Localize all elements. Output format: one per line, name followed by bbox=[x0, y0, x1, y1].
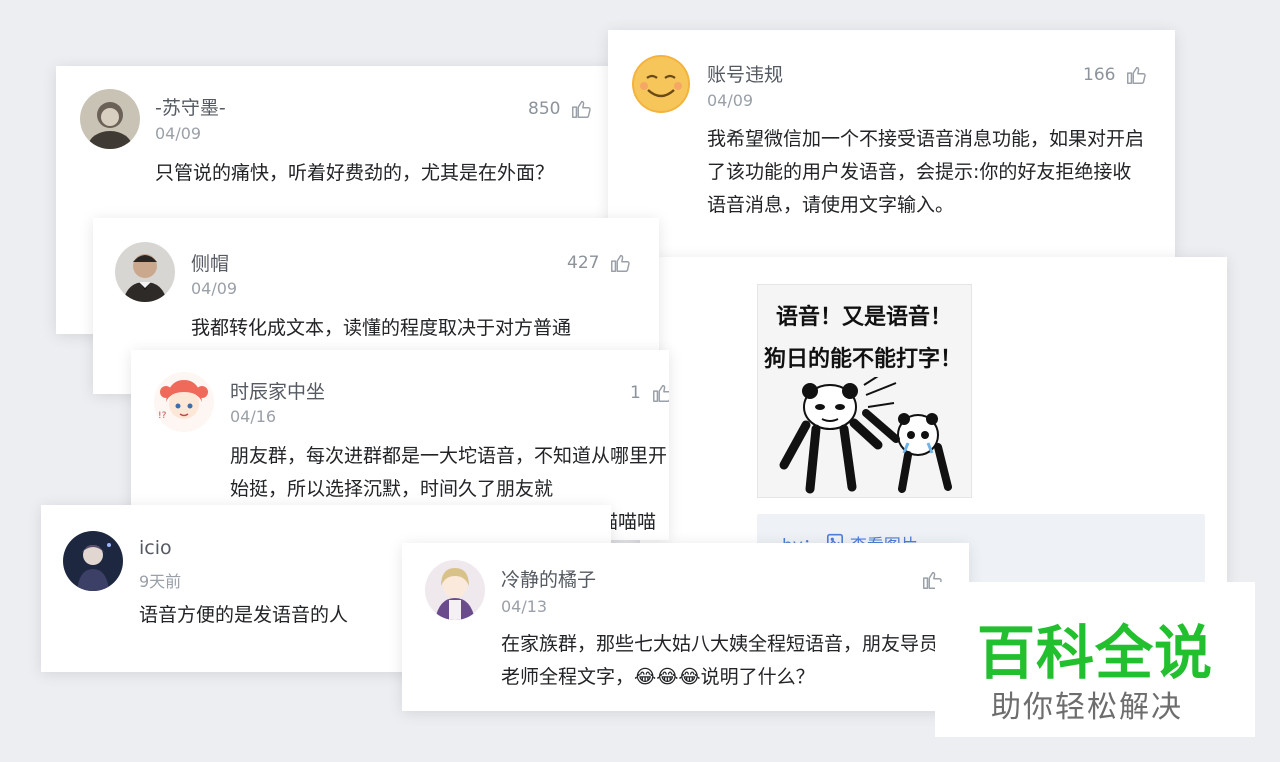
avatar[interactable]: !? bbox=[154, 372, 214, 432]
avatar[interactable] bbox=[631, 54, 691, 114]
comment-author[interactable]: 时辰家中坐 bbox=[230, 377, 325, 404]
comment-text: 语音方便的是发语音的人 bbox=[139, 604, 349, 626]
svg-text:!?: !? bbox=[158, 411, 167, 421]
avatar[interactable] bbox=[115, 242, 175, 302]
meme-caption-line2: 狗日的能不能打字！ bbox=[764, 347, 963, 372]
like-button[interactable]: 166 bbox=[1083, 64, 1147, 86]
comment-date: 04/09 bbox=[191, 279, 238, 298]
avatar[interactable] bbox=[63, 531, 123, 591]
image-comment-card: 语音！又是语音！ 狗日的能不能打字！ by： 查看图片 bbox=[640, 257, 1227, 587]
meme-caption-line1: 语音！又是语音！ bbox=[776, 305, 953, 330]
comment-text: 我都转化成文本，读懂的程度取决于对方普通 bbox=[191, 317, 572, 339]
brand-title: 百科全说 bbox=[977, 619, 1214, 687]
thumbs-up-icon bbox=[609, 252, 631, 274]
comment-date: 04/16 bbox=[230, 407, 277, 426]
brand-subtitle: 助你轻松解决 bbox=[991, 690, 1183, 725]
comment-card: 冷静的橘子 04/13 在家族群，那些七大姑八大姨全程短语音，朋友导员老师全程文… bbox=[402, 543, 969, 711]
comment-text: 我希望微信加一个不接受语音消息功能，如果对开启了该功能的用户发语音，会提示:你的… bbox=[707, 128, 1145, 216]
comment-text: 在家族群，那些七大姑八大姨全程短语音，朋友导员老师全程文字，😂😂😂说明了什么？ bbox=[501, 633, 939, 688]
comment-date: 04/09 bbox=[155, 124, 202, 143]
comment-date: 04/13 bbox=[501, 597, 548, 616]
like-count: 850 bbox=[528, 99, 561, 119]
thumbs-up-icon bbox=[651, 382, 669, 404]
comment-date: 04/09 bbox=[707, 91, 754, 110]
meme-image[interactable]: 语音！又是语音！ 狗日的能不能打字！ bbox=[757, 284, 972, 498]
comment-author[interactable]: 冷静的橘子 bbox=[501, 565, 596, 592]
like-count: 1 bbox=[630, 383, 641, 403]
thumbs-up-icon bbox=[570, 98, 592, 120]
comment-author[interactable]: 侧帽 bbox=[191, 249, 229, 276]
like-button[interactable]: 427 bbox=[567, 252, 631, 274]
comment-author[interactable]: icio bbox=[139, 537, 172, 559]
like-count: 166 bbox=[1083, 65, 1116, 85]
panda-illustration bbox=[779, 377, 952, 494]
avatar[interactable] bbox=[425, 560, 485, 620]
comment-card: 账号违规 04/09 166 我希望微信加一个不接受语音消息功能，如果对开启了该… bbox=[608, 30, 1175, 257]
avatar[interactable] bbox=[80, 89, 140, 149]
like-button[interactable]: 1 bbox=[630, 382, 669, 404]
comment-date: 9天前 bbox=[139, 572, 182, 591]
thumbs-up-icon bbox=[1125, 64, 1147, 86]
brand-watermark: 百科全说 助你轻松解决 bbox=[935, 582, 1255, 737]
comment-text: 朋友群，每次进群都是一大坨语音，不知道从哪里开始挺，所以选择沉默，时间久了朋友就 bbox=[230, 445, 668, 500]
like-button[interactable]: 850 bbox=[528, 98, 592, 120]
comment-author[interactable]: -苏守墨- bbox=[155, 93, 226, 120]
comment-author[interactable]: 账号违规 bbox=[707, 60, 783, 87]
comment-text: 只管说的痛快，听着好费劲的，尤其是在外面？ bbox=[155, 162, 555, 184]
like-count: 427 bbox=[567, 253, 600, 273]
